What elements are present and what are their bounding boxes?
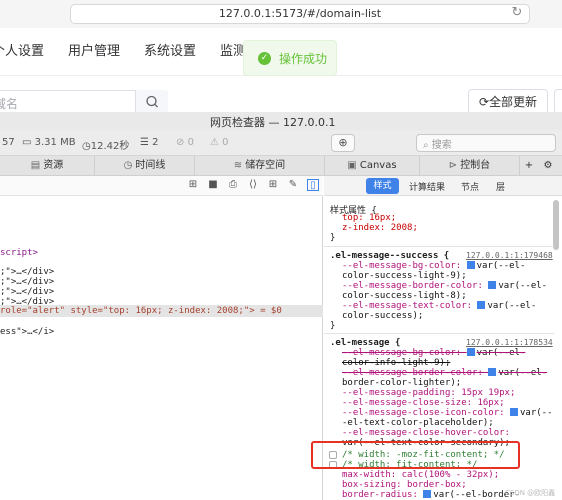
print-icon[interactable]: ⎙ [227, 179, 239, 191]
dom-line[interactable]: ;">…</div> [0, 267, 54, 277]
style-line-overridden[interactable]: --el-message-bg-color: var(--el- [342, 348, 525, 358]
dom-tree-panel [0, 176, 323, 500]
highlight-annotation [311, 441, 520, 469]
error-count[interactable]: ⊘ 0 [176, 137, 194, 148]
color-swatch-icon[interactable] [488, 368, 497, 376]
canvas-icon: ▣ [347, 160, 357, 171]
style-line-overridden[interactable]: --el-message-border-color: var(--el- [342, 368, 547, 378]
style-line[interactable]: border-radius: var(--el-border- [342, 490, 520, 500]
refresh-all-label: 全部更新 [489, 95, 538, 109]
color-swatch-icon[interactable] [509, 408, 518, 416]
inspector-search-placeholder: ⌕ 搜索 [423, 140, 452, 151]
target-icon[interactable]: ⊕ [331, 134, 355, 152]
layout-icon[interactable]: ⊞ [187, 179, 199, 191]
style-line[interactable]: --el-message-text-color: var(--el- [342, 301, 536, 311]
rule-selector: .el-message--success { [330, 251, 450, 261]
style-line-cont: color-success-light-8); [342, 291, 467, 301]
color-swatch-icon[interactable] [466, 261, 475, 269]
search-placeholder: 域名 [0, 97, 19, 111]
search-icon: ⌕ [423, 140, 429, 151]
nav-item-personal-settings[interactable]: 个人设置 [0, 40, 44, 59]
log-icon: ☰ [140, 137, 149, 148]
rule-divider [324, 246, 554, 247]
style-line-cont: color-info-light-9); [342, 358, 451, 368]
style-line[interactable]: top: 16px; [342, 213, 396, 223]
add-tab-icon[interactable]: + [520, 156, 538, 176]
style-line[interactable]: --el-message-padding: 15px 19px; [342, 388, 515, 398]
dom-line[interactable]: ;">…</div> [0, 277, 54, 287]
warning-count[interactable]: ⚠ 0 [210, 137, 229, 148]
styles-scrollbar[interactable] [553, 200, 559, 250]
nav-item-user-management[interactable]: 用户管理 [68, 40, 120, 59]
timeline-icon: ◷ [123, 160, 133, 171]
dom-line[interactable]: ess">…</i> [0, 327, 54, 337]
color-swatch-icon[interactable] [466, 348, 475, 356]
transfer-size: ▭ 3.31 MB [22, 137, 76, 148]
sidebar-toggle-icon[interactable]: ▯ [307, 179, 319, 191]
tab-console[interactable]: ⊳ 控制台 [420, 156, 520, 176]
error-icon: ⊘ [176, 137, 185, 148]
tab-timeline[interactable]: ◷ 时间线 [95, 156, 195, 176]
nav-item-system-settings[interactable]: 系统设置 [144, 40, 196, 59]
style-line-cont: color-success); [342, 311, 424, 321]
address-bar[interactable]: 127.0.0.1:5173/#/domain-list [70, 4, 530, 24]
grid-icon[interactable]: ⊞ [267, 179, 279, 191]
style-line[interactable]: --el-message-close-icon-color: var(-- [342, 408, 553, 418]
search-button[interactable] [135, 90, 168, 114]
pen-icon[interactable]: ✎ [287, 179, 299, 191]
rule-source-link[interactable]: 127.0.0.1:1:179468 [466, 251, 553, 260]
search-icon [146, 95, 158, 108]
tab-storage[interactable]: ≋ 储存空间 [195, 156, 325, 176]
tab-styles[interactable]: 样式 [366, 178, 399, 194]
clock-icon: ◷ [82, 141, 91, 152]
tab-node[interactable]: 节点 [461, 180, 479, 193]
rule-close: } [330, 233, 336, 243]
style-line[interactable]: max-width: calc(100% - 32px); [342, 470, 499, 480]
settings-icon[interactable]: ⚙ [540, 156, 556, 176]
check-circle-icon: ✓ [258, 52, 271, 65]
style-line[interactable]: --el-message-border-color: var(--el- [342, 281, 547, 291]
style-line[interactable]: --el-message-bg-color: var(--el- [342, 261, 525, 271]
watermark: CSDN @欧阳鑫 [505, 489, 556, 497]
requests-count: 57 [2, 137, 15, 148]
resources-icon: ▤ [30, 160, 41, 171]
storage-icon: ≋ [233, 160, 243, 171]
style-line-cont: -el-text-color-placeholder); [342, 418, 494, 428]
dom-line-selected[interactable]: role="alert" style="top: 16px; z-index: … [0, 306, 282, 316]
color-swatch-icon[interactable] [423, 490, 432, 498]
style-line[interactable]: box-sizing: border-box; [342, 480, 467, 490]
rule-source-link[interactable]: 127.0.0.1:1:178534 [466, 338, 553, 347]
style-line[interactable]: --el-message-close-hover-color: [342, 428, 510, 438]
document-icon: ▭ [22, 137, 32, 148]
toast-message: 操作成功 [279, 52, 328, 66]
tab-canvas[interactable]: ▣ Canvas [325, 156, 420, 176]
console-icon: ⊳ [448, 160, 458, 171]
reload-icon[interactable]: ↻ [507, 4, 527, 22]
warning-icon: ⚠ [210, 137, 219, 148]
screenshot-icon[interactable]: ■ [207, 179, 219, 191]
tab-resources[interactable]: ▤ 资源 [0, 156, 95, 176]
rule-close: } [330, 321, 336, 331]
badges-icon[interactable]: ⟨⟩ [247, 179, 259, 191]
color-swatch-icon[interactable] [488, 281, 497, 289]
rule-divider [324, 333, 554, 334]
load-time: ◷12.42秒 [82, 141, 130, 152]
log-count[interactable]: ☰ 2 [140, 137, 159, 148]
style-line[interactable]: --el-message-close-size: 16px; [342, 398, 505, 408]
refresh-icon: ⟳ [478, 95, 490, 109]
tab-layers[interactable]: 层 [496, 180, 505, 193]
dom-line[interactable]: ;">…</div> [0, 287, 54, 297]
dom-line[interactable]: script> [0, 248, 38, 258]
inspector-title: 网页检查器 — 127.0.0.1 [210, 116, 336, 129]
rule-selector: .el-message { [330, 338, 401, 348]
style-line-cont: color-success-light-9); [342, 271, 467, 281]
style-line-cont: border-color-lighter); [342, 378, 462, 388]
style-line[interactable]: z-index: 2008; [342, 223, 418, 233]
color-swatch-icon[interactable] [477, 301, 486, 309]
tab-computed[interactable]: 计算结果 [409, 180, 445, 193]
